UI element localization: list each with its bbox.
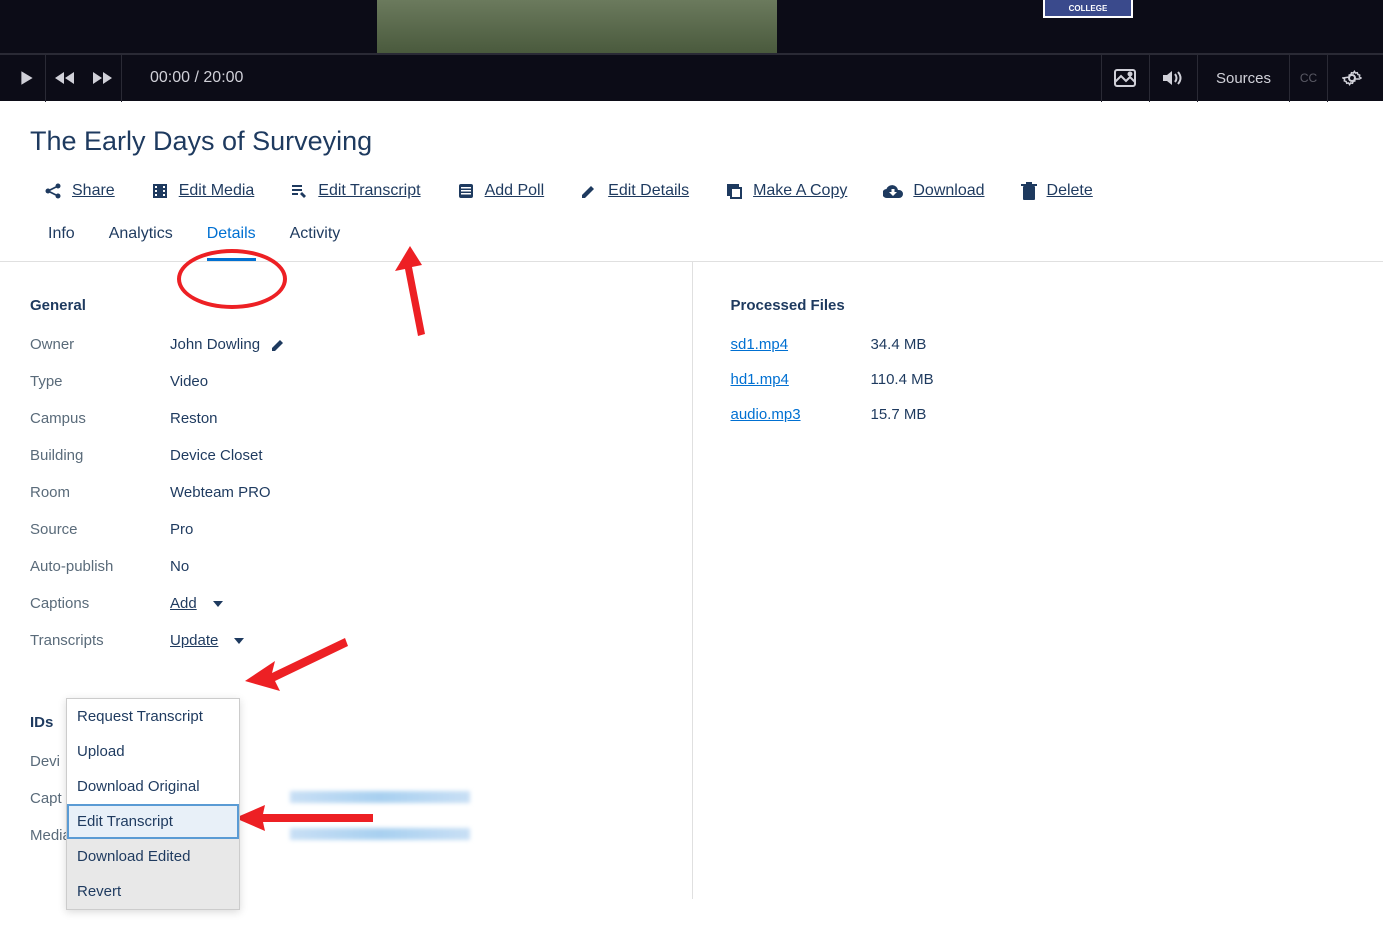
toolbar: Share Edit Media Edit Transcript Add Pol…: [30, 182, 1353, 200]
player-bar: 00:00 / 20:00 Sources CC: [0, 53, 1383, 101]
rewind-button[interactable]: [46, 54, 84, 102]
volume-button[interactable]: [1149, 54, 1197, 102]
dropdown-revert[interactable]: Revert: [67, 874, 239, 909]
blurred-id: [290, 828, 470, 840]
type-value: Video: [170, 373, 208, 390]
edit-icon[interactable]: [270, 337, 286, 353]
video-thumbnail-area: COLLEGE: [0, 0, 1383, 53]
tabs: Info Analytics Details Activity: [0, 225, 1383, 262]
dropdown-download-original[interactable]: Download Original: [67, 769, 239, 804]
tab-analytics[interactable]: Analytics: [109, 225, 173, 261]
share-button[interactable]: Share: [44, 182, 115, 200]
edit-details-button[interactable]: Edit Details: [580, 182, 689, 200]
make-copy-button[interactable]: Make A Copy: [725, 182, 847, 200]
transcripts-label: Transcripts: [30, 632, 170, 649]
transcripts-update-button[interactable]: Update: [170, 632, 244, 649]
settings-button[interactable]: [1327, 54, 1375, 102]
caret-down-icon: [213, 601, 223, 607]
caret-down-icon: [234, 638, 244, 644]
file-size: 110.4 MB: [871, 371, 934, 388]
general-header: General: [30, 297, 662, 314]
file-size: 34.4 MB: [871, 336, 927, 353]
file-link-audio[interactable]: audio.mp3: [731, 406, 801, 423]
source-value: Pro: [170, 521, 193, 538]
tab-details[interactable]: Details: [207, 225, 256, 261]
campus-label: Campus: [30, 410, 170, 427]
video-thumbnail[interactable]: [377, 0, 777, 53]
player-time: 00:00 / 20:00: [150, 69, 243, 87]
building-value: Device Closet: [170, 447, 263, 464]
processed-files-header: Processed Files: [731, 297, 1354, 314]
delete-button[interactable]: Delete: [1021, 182, 1093, 200]
picture-button[interactable]: [1101, 54, 1149, 102]
owner-value: John Dowling: [170, 336, 286, 353]
dropdown-edit-transcript[interactable]: Edit Transcript: [67, 804, 239, 839]
file-link-hd1[interactable]: hd1.mp4: [731, 371, 789, 388]
blurred-id: [290, 791, 470, 803]
type-label: Type: [30, 373, 170, 390]
dropdown-upload[interactable]: Upload: [67, 734, 239, 769]
captions-label: Captions: [30, 595, 170, 612]
owner-label: Owner: [30, 336, 170, 353]
dropdown-download-edited[interactable]: Download Edited: [67, 839, 239, 874]
source-label: Source: [30, 521, 170, 538]
sources-button[interactable]: Sources: [1197, 54, 1289, 102]
tab-activity[interactable]: Activity: [290, 225, 341, 261]
college-badge: COLLEGE: [1043, 0, 1133, 18]
forward-button[interactable]: [84, 54, 122, 102]
play-button[interactable]: [8, 54, 46, 102]
edit-media-button[interactable]: Edit Media: [151, 182, 255, 200]
file-size: 15.7 MB: [871, 406, 927, 423]
room-value: Webteam PRO: [170, 484, 271, 501]
campus-value: Reston: [170, 410, 218, 427]
file-link-sd1[interactable]: sd1.mp4: [731, 336, 789, 353]
auto-publish-value: No: [170, 558, 189, 575]
page-title: The Early Days of Surveying: [30, 126, 1353, 157]
download-button[interactable]: Download: [883, 182, 984, 200]
transcripts-dropdown: Request Transcript Upload Download Origi…: [66, 698, 240, 910]
edit-transcript-button[interactable]: Edit Transcript: [290, 182, 420, 200]
room-label: Room: [30, 484, 170, 501]
building-label: Building: [30, 447, 170, 464]
tab-info[interactable]: Info: [48, 225, 75, 261]
auto-publish-label: Auto-publish: [30, 558, 170, 575]
dropdown-request-transcript[interactable]: Request Transcript: [67, 699, 239, 734]
captions-add-button[interactable]: Add: [170, 595, 223, 612]
add-poll-button[interactable]: Add Poll: [457, 182, 545, 200]
cc-button[interactable]: CC: [1289, 54, 1327, 102]
